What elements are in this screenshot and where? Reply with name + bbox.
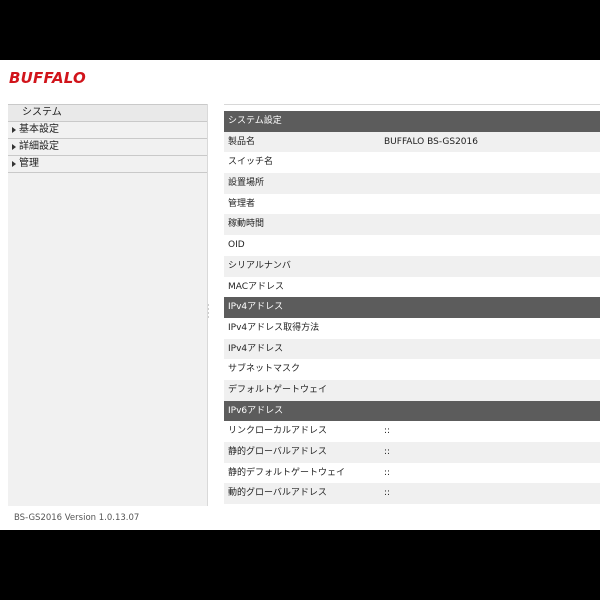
row-value: :: <box>384 467 391 478</box>
version-text: BS-GS2016 Version 1.0.13.07 <box>14 513 140 523</box>
section-header: IPv4アドレス <box>224 297 600 318</box>
table-row: 静的グローバルアドレス:: <box>224 442 600 463</box>
table-row: OID <box>224 235 600 256</box>
row-value: :: <box>384 488 391 499</box>
row-value: :: <box>384 447 391 457</box>
table-row: 製品名 BUFFALO BS-GS2016 <box>224 131 600 153</box>
section-header: IPv6アドレス <box>224 400 600 422</box>
expand-arrow-icon <box>12 127 16 133</box>
menu-item-basic-settings[interactable]: 基本設定 <box>8 122 207 139</box>
table-row: スイッチ名 <box>224 152 600 174</box>
section-title: システム設定 <box>228 116 282 126</box>
menu-item-label: 管理 <box>19 158 39 169</box>
row-label: MACアドレス <box>228 281 285 292</box>
row-label: サブネットマスク <box>228 364 301 375</box>
row-label: 管理者 <box>228 198 256 209</box>
table-row: シリアルナンバ <box>224 255 600 277</box>
pane-resize-handle[interactable]: · · · · <box>207 302 210 322</box>
menu-item-system[interactable]: システム <box>8 104 207 122</box>
section-title: IPv6アドレス <box>228 405 284 416</box>
content-top-border <box>224 104 600 109</box>
sidebar-menu: システム 基本設定 詳細設定 管理 <box>8 104 208 506</box>
row-label: 動的グローバルアドレス <box>228 488 327 499</box>
menu-item-management[interactable]: 管理 <box>8 156 207 173</box>
row-label: シリアルナンバ <box>228 260 291 271</box>
row-value: BUFFALO BS-GS2016 <box>384 136 478 147</box>
table-row: サブネットマスク <box>224 359 600 380</box>
table-row: デフォルトゲートウェイ <box>224 379 600 401</box>
table-row: 動的グローバルアドレス:: <box>224 483 600 505</box>
row-label: スイッチ名 <box>228 157 274 168</box>
system-info-table: システム設定 製品名 BUFFALO BS-GS2016 スイッチ名 設置場所 管… <box>224 111 600 507</box>
table-row: リンクローカルアドレス:: <box>224 421 600 442</box>
buffalo-logo[interactable]: BUFFALO <box>9 69 86 87</box>
row-label: OID <box>228 240 245 251</box>
table-row: IPv4アドレス <box>224 338 600 360</box>
menu-item-advanced-settings[interactable]: 詳細設定 <box>8 139 207 156</box>
row-label: IPv4アドレス <box>228 343 284 354</box>
expand-arrow-icon <box>12 144 16 150</box>
row-label: 稼動時間 <box>228 219 265 230</box>
table-row: IPv4アドレス取得方法 <box>224 317 600 339</box>
menu-item-label: 詳細設定 <box>19 141 59 152</box>
header: BUFFALO <box>0 60 600 100</box>
table-row: 稼動時間 <box>224 214 600 236</box>
table-row: 静的デフォルトゲートウェイ:: <box>224 462 600 484</box>
section-header: システム設定 <box>224 111 600 132</box>
row-label: 製品名 <box>228 136 256 147</box>
row-label: 設置場所 <box>228 178 265 189</box>
menu-item-label: システム <box>22 107 62 118</box>
row-label: 静的デフォルトゲートウェイ <box>228 467 346 478</box>
row-label: デフォルトゲートウェイ <box>228 384 328 395</box>
section-title: IPv4アドレス <box>228 302 284 313</box>
row-value: :: <box>384 426 391 437</box>
menu-item-label: 基本設定 <box>19 124 59 135</box>
row-label: 静的グローバルアドレス <box>228 447 327 457</box>
table-row: MACアドレス <box>224 276 600 298</box>
table-row: 設置場所 <box>224 173 600 194</box>
expand-arrow-icon <box>12 161 16 167</box>
browser-page: BUFFALO システム 基本設定 詳細設定 管理 · · · · BS-GS2016… <box>0 60 600 530</box>
row-label: リンクローカルアドレス <box>228 426 328 437</box>
table-row: 管理者 <box>224 193 600 215</box>
row-label: IPv4アドレス取得方法 <box>228 322 320 333</box>
